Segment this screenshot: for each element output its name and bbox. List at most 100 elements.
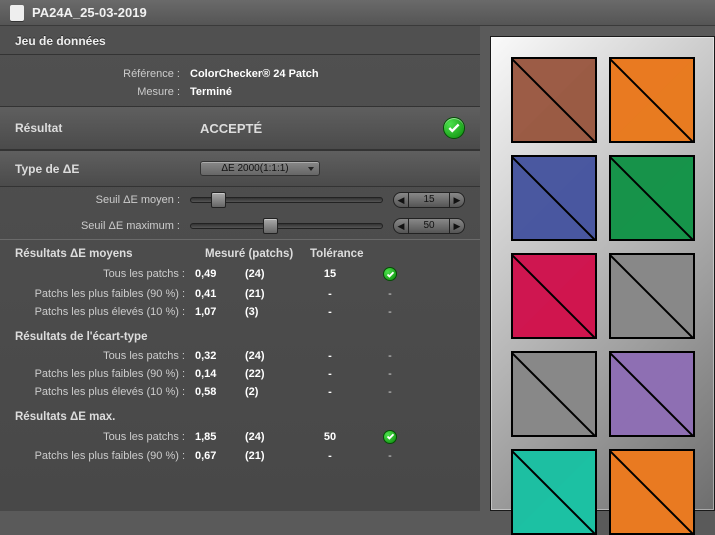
col-measured: Mesuré (patchs)	[205, 248, 310, 260]
row-tolerance: -	[290, 386, 370, 398]
results-panel: Jeu de données Référence : ColorChecker®…	[0, 26, 480, 511]
table-row: Patchs les plus élevés (10 %) : 1,07 (3)…	[0, 303, 480, 321]
table-row: Patchs les plus faibles (90 %) : 0,41 (2…	[0, 285, 480, 303]
std-results-title: Résultats de l'écart-type	[0, 321, 480, 347]
table-row: Tous les patchs : 0,49 (24) 15	[0, 264, 480, 285]
row-label: Patchs les plus élevés (10 %) :	[15, 306, 195, 318]
col-tolerance: Tolérance	[310, 248, 400, 260]
row-tolerance: 50	[290, 431, 370, 443]
table-row: Patchs les plus faibles (90 %) : 0,67 (2…	[0, 447, 480, 465]
avg-results-title: Résultats ΔE moyens	[15, 248, 205, 260]
measure-label: Mesure :	[15, 86, 190, 98]
row-count: (3)	[245, 306, 290, 318]
row-tolerance: -	[290, 306, 370, 318]
dataset-section-title: Jeu de données	[0, 26, 480, 55]
pass-icon	[383, 430, 397, 444]
dataset-section: Référence : ColorChecker® 24 Patch Mesur…	[0, 55, 480, 106]
row-count: (21)	[245, 288, 290, 300]
row-count: (21)	[245, 450, 290, 462]
color-patch[interactable]	[511, 449, 597, 535]
max-threshold-stepper: ◀ 50 ▶	[393, 218, 465, 234]
delta-e-type-label: Type de ΔE	[15, 162, 200, 176]
max-threshold-label: Seuil ΔE maximum :	[15, 220, 190, 232]
row-tolerance: -	[290, 368, 370, 380]
avg-threshold-value[interactable]: 15	[409, 192, 449, 208]
main-layout: Jeu de données Référence : ColorChecker®…	[0, 26, 715, 511]
color-patch[interactable]	[609, 155, 695, 241]
document-title: PA24A_25-03-2019	[32, 5, 147, 20]
row-tolerance: 15	[290, 268, 370, 280]
row-count: (24)	[245, 350, 290, 362]
max-results-title: Résultats ΔE max.	[0, 401, 480, 427]
result-value: ACCEPTÉ	[200, 121, 443, 136]
row-status: -	[370, 350, 410, 362]
row-count: (22)	[245, 368, 290, 380]
slider-knob[interactable]	[263, 218, 278, 234]
color-patch[interactable]	[609, 253, 695, 339]
row-value: 1,85	[195, 431, 245, 443]
color-patch[interactable]	[609, 449, 695, 535]
row-label: Patchs les plus faibles (90 %) :	[15, 368, 195, 380]
avg-threshold-row: Seuil ΔE moyen : ◀ 15 ▶	[0, 187, 480, 213]
result-row: Résultat ACCEPTÉ	[0, 106, 480, 150]
row-status: -	[370, 306, 410, 318]
row-tolerance: -	[290, 288, 370, 300]
result-label: Résultat	[15, 121, 200, 135]
row-value: 0,58	[195, 386, 245, 398]
row-value: 0,41	[195, 288, 245, 300]
row-label: Tous les patchs :	[15, 268, 195, 280]
row-value: 0,32	[195, 350, 245, 362]
row-value: 0,67	[195, 450, 245, 462]
table-row: Tous les patchs : 0,32 (24) - -	[0, 347, 480, 365]
delta-e-type-select[interactable]: ΔE 2000(1:1:1)	[200, 161, 320, 176]
row-value: 0,49	[195, 268, 245, 280]
slider-knob[interactable]	[211, 192, 226, 208]
row-status: -	[370, 368, 410, 380]
color-patch[interactable]	[511, 351, 597, 437]
row-label: Tous les patchs :	[15, 431, 195, 443]
chart-panel	[480, 26, 715, 511]
reference-label: Référence :	[15, 68, 190, 80]
row-count: (24)	[245, 268, 290, 280]
color-patch[interactable]	[609, 351, 695, 437]
row-label: Patchs les plus faibles (90 %) :	[15, 450, 195, 462]
color-patch[interactable]	[511, 253, 597, 339]
max-threshold-slider[interactable]	[190, 223, 383, 229]
row-status: -	[370, 386, 410, 398]
pass-icon	[443, 117, 465, 139]
document-icon	[10, 5, 24, 21]
row-label: Patchs les plus faibles (90 %) :	[15, 288, 195, 300]
row-tolerance: -	[290, 450, 370, 462]
color-patch[interactable]	[511, 155, 597, 241]
row-label: Patchs les plus élevés (10 %) :	[15, 386, 195, 398]
row-value: 1,07	[195, 306, 245, 318]
avg-threshold-label: Seuil ΔE moyen :	[15, 194, 190, 206]
reference-value: ColorChecker® 24 Patch	[190, 68, 319, 80]
color-patch[interactable]	[609, 57, 695, 143]
stepper-left-icon[interactable]: ◀	[393, 192, 409, 208]
avg-threshold-stepper: ◀ 15 ▶	[393, 192, 465, 208]
row-value: 0,14	[195, 368, 245, 380]
table-row: Tous les patchs : 1,85 (24) 50	[0, 427, 480, 448]
colorchecker-chart	[490, 36, 715, 511]
table-row: Patchs les plus élevés (10 %) : 0,58 (2)…	[0, 383, 480, 401]
row-status: -	[370, 450, 410, 462]
table-row: Patchs les plus faibles (90 %) : 0,14 (2…	[0, 365, 480, 383]
title-bar: PA24A_25-03-2019	[0, 0, 715, 26]
row-label: Tous les patchs :	[15, 350, 195, 362]
color-patch[interactable]	[511, 57, 597, 143]
stepper-right-icon[interactable]: ▶	[449, 192, 465, 208]
delta-e-type-row: Type de ΔE ΔE 2000(1:1:1)	[0, 150, 480, 187]
avg-results-header: Résultats ΔE moyens Mesuré (patchs) Tolé…	[0, 240, 480, 264]
max-threshold-row: Seuil ΔE maximum : ◀ 50 ▶	[0, 213, 480, 239]
stepper-left-icon[interactable]: ◀	[393, 218, 409, 234]
row-count: (24)	[245, 431, 290, 443]
pass-icon	[383, 267, 397, 281]
stepper-right-icon[interactable]: ▶	[449, 218, 465, 234]
max-threshold-value[interactable]: 50	[409, 218, 449, 234]
row-count: (2)	[245, 386, 290, 398]
row-status: -	[370, 288, 410, 300]
measure-value: Terminé	[190, 86, 232, 98]
avg-threshold-slider[interactable]	[190, 197, 383, 203]
patch-grid	[511, 57, 714, 535]
